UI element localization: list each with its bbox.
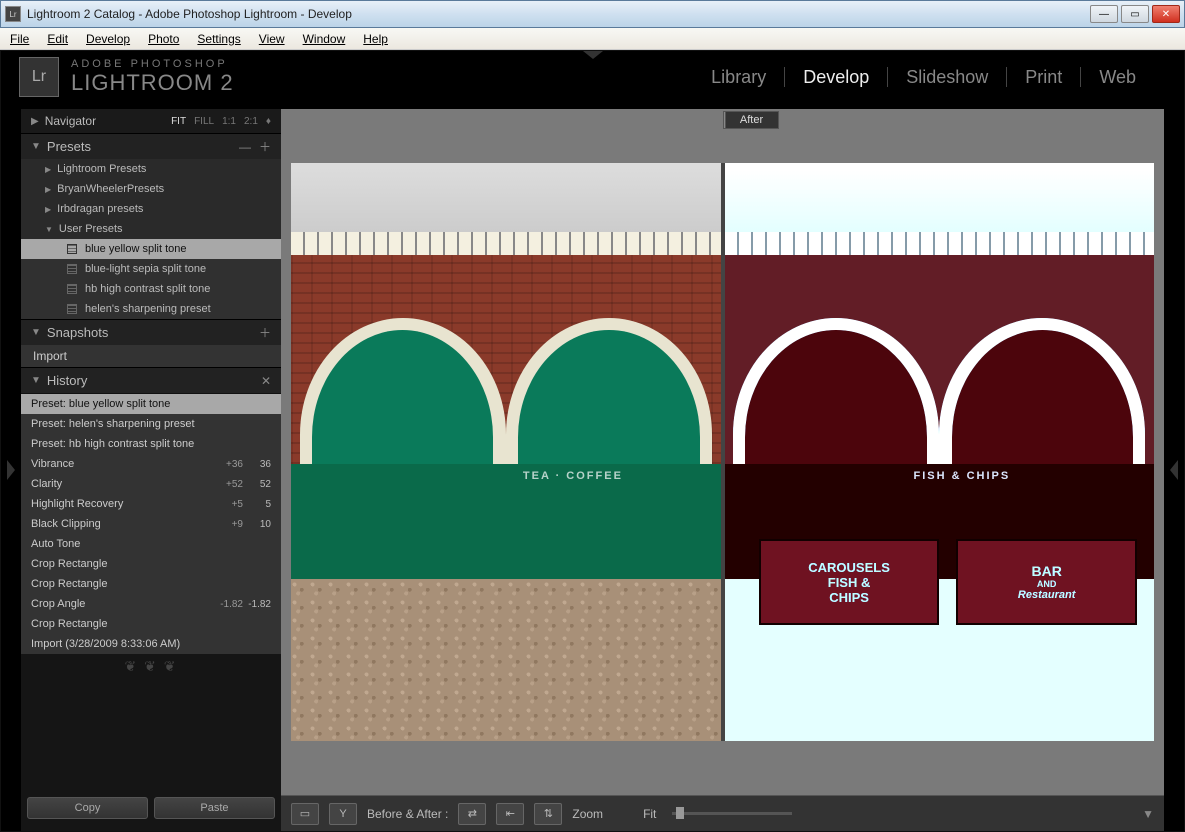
sign-carousels: CAROUSELSFISH &CHIPS [759,539,939,625]
after-image: FISH & CHIPS CAROUSELSFISH &CHIPS BARAND… [725,163,1155,741]
preset-item[interactable]: hb high contrast split tone [21,279,281,299]
loupe-view-button[interactable]: ▭ [291,803,319,825]
nav-fit[interactable]: FIT [171,116,186,127]
history-header[interactable]: ▼History ✕ [21,367,281,393]
nav-ratio-menu-icon[interactable]: ♦ [266,116,271,127]
compare-view-button[interactable]: Y [329,803,357,825]
copy-before-button[interactable]: ⇤ [496,803,524,825]
module-slideshow[interactable]: Slideshow [888,67,1006,88]
before-image: TEA · COFFEE [291,163,721,741]
image-compare[interactable]: TEA · COFFEE FISH & CHIPS CAROUSELSFISH … [291,163,1154,741]
history-item[interactable]: Highlight Recovery+55 [21,494,281,514]
zoom-label: Zoom [572,807,603,821]
presets-header[interactable]: ▼Presets — ＋ [21,133,281,159]
right-edge-collapse[interactable] [1164,109,1184,831]
history-item[interactable]: Preset: hb high contrast split tone [21,434,281,454]
history-item[interactable]: Crop Rectangle [21,574,281,594]
history-list: Preset: blue yellow split tone Preset: h… [21,393,281,654]
panel-ornament: ❦ ❦ ❦ [21,654,281,678]
history-item[interactable]: Vibrance+3636 [21,454,281,474]
menu-view[interactable]: View [259,32,285,46]
swap-before-button[interactable]: ⇄ [458,803,486,825]
app-icon: Lr [5,6,21,22]
preset-folder[interactable]: ▼User Presets [21,219,281,239]
brand-text: ADOBE PHOTOSHOP LIGHTROOM 2 [71,58,234,96]
window-title: Lightroom 2 Catalog - Adobe Photoshop Li… [27,7,1090,21]
preset-item[interactable]: blue yellow split tone [21,239,281,259]
presets-list: ▶Lightroom Presets ▶BryanWheelerPresets … [21,159,281,319]
menu-edit[interactable]: Edit [47,32,68,46]
module-print[interactable]: Print [1007,67,1080,88]
history-clear-icon[interactable]: ✕ [261,374,271,388]
menu-settings[interactable]: Settings [197,32,240,46]
top-panel-collapse-icon[interactable] [583,51,603,59]
before-after-label: Before & After : [367,807,448,821]
preset-folder[interactable]: ▶Irbdragan presets [21,199,281,219]
after-label: After [725,111,779,129]
left-panel: ▶ Navigator FIT FILL 1:1 2:1 ♦ ▼Presets … [21,109,281,831]
preset-folder[interactable]: ▶Lightroom Presets [21,159,281,179]
menu-help[interactable]: Help [363,32,388,46]
window-close-button[interactable]: ✕ [1152,5,1180,23]
snapshot-item[interactable]: Import [21,345,281,367]
snapshots-header[interactable]: ▼Snapshots ＋ [21,319,281,345]
center-preview: Before After TEA · COFFEE [281,109,1164,831]
presets-minus-icon[interactable]: — [239,140,251,154]
nav-fill[interactable]: FILL [194,116,214,127]
presets-plus-icon[interactable]: ＋ [259,138,271,155]
toolbar: ▭ Y Before & After : ⇄ ⇤ ⇅ Zoom Fit ▼ [281,795,1164,831]
history-item[interactable]: Import (3/28/2009 8:33:06 AM) [21,634,281,654]
history-item[interactable]: Preset: helen's sharpening preset [21,414,281,434]
module-web[interactable]: Web [1081,67,1154,88]
nav-1to1[interactable]: 1:1 [222,116,236,127]
history-item[interactable]: Clarity+5252 [21,474,281,494]
toolbar-menu-icon[interactable]: ▼ [1142,807,1154,821]
module-picker: Library Develop Slideshow Print Web [693,67,1154,88]
history-item[interactable]: Preset: blue yellow split tone [21,394,281,414]
nav-2to1[interactable]: 2:1 [244,116,258,127]
fit-label: Fit [643,807,656,821]
menu-file[interactable]: File [10,32,29,46]
module-develop[interactable]: Develop [785,67,887,88]
snapshots-plus-icon[interactable]: ＋ [259,324,271,341]
module-library[interactable]: Library [693,67,784,88]
copy-button[interactable]: Copy [27,797,148,819]
menu-bar: File Edit Develop Photo Settings View Wi… [0,28,1185,50]
preset-item[interactable]: blue-light sepia split tone [21,259,281,279]
history-item[interactable]: Black Clipping+910 [21,514,281,534]
brand-logo: Lr [19,57,59,97]
history-item[interactable]: Auto Tone [21,534,281,554]
preset-folder[interactable]: ▶BryanWheelerPresets [21,179,281,199]
paste-button[interactable]: Paste [154,797,275,819]
sign-bar: BARANDRestaurant [956,539,1136,625]
zoom-slider[interactable] [672,812,792,815]
window-titlebar: Lr Lightroom 2 Catalog - Adobe Photoshop… [0,0,1185,28]
history-item[interactable]: Crop Rectangle [21,614,281,634]
history-item[interactable]: Crop Rectangle [21,554,281,574]
menu-window[interactable]: Window [303,32,346,46]
window-minimize-button[interactable]: — [1090,5,1118,23]
preset-item[interactable]: helen's sharpening preset [21,299,281,319]
navigator-header[interactable]: ▶ Navigator FIT FILL 1:1 2:1 ♦ [21,109,281,133]
left-edge-collapse[interactable] [1,109,21,831]
copy-after-button[interactable]: ⇅ [534,803,562,825]
menu-photo[interactable]: Photo [148,32,179,46]
menu-develop[interactable]: Develop [86,32,130,46]
window-maximize-button[interactable]: ▭ [1121,5,1149,23]
history-item[interactable]: Crop Angle-1.82-1.82 [21,594,281,614]
